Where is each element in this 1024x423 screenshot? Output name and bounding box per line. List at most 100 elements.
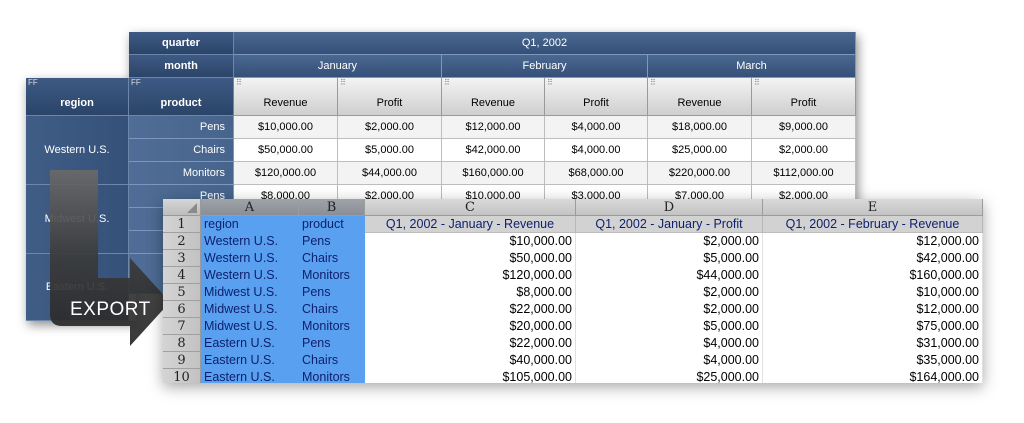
sheet-cell[interactable]: Pens (299, 233, 365, 250)
pivot-measure-header: Profit ⠿ (752, 78, 856, 116)
sheet-cell[interactable]: Midwest U.S. (201, 318, 299, 335)
sheet-cell[interactable]: $44,000.00 (576, 267, 763, 284)
sheet-cell[interactable]: $20,000.00 (365, 318, 576, 335)
pivot-value-cell: $160,000.00 (442, 162, 545, 185)
sheet-cell[interactable]: $12,000.00 (763, 233, 983, 250)
sheet-cell[interactable]: $160,000.00 (763, 267, 983, 284)
row-number[interactable]: 5 (163, 284, 201, 301)
field-handle-icon[interactable]: FF (28, 79, 38, 87)
sheet-cell[interactable]: $10,000.00 (365, 233, 576, 250)
sheet-cell[interactable]: $2,000.00 (576, 301, 763, 318)
row-number[interactable]: 1 (163, 216, 201, 233)
column-header-e[interactable]: E (763, 199, 983, 216)
pivot-value-cell: $4,000.00 (545, 116, 648, 139)
sheet-cell[interactable]: Midwest U.S. (201, 301, 299, 318)
column-header-d[interactable]: D (576, 199, 763, 216)
sheet-cell[interactable]: $105,000.00 (365, 369, 576, 383)
sheet-cell[interactable]: $4,000.00 (576, 352, 763, 369)
sheet-cell[interactable]: $10,000.00 (763, 284, 983, 301)
field-handle-icon[interactable]: ⠿ (650, 79, 656, 87)
pivot-value-cell: $42,000.00 (442, 139, 545, 162)
sheet-cell[interactable]: $5,000.00 (576, 318, 763, 335)
row-number[interactable]: 6 (163, 301, 201, 318)
pivot-value-cell: $5,000.00 (338, 139, 442, 162)
row-number[interactable]: 2 (163, 233, 201, 250)
sheet-cell[interactable]: Monitors (299, 369, 365, 383)
export-label: EXPORT (70, 299, 151, 320)
row-number[interactable]: 9 (163, 352, 201, 369)
sheet-cell[interactable]: $25,000.00 (576, 369, 763, 383)
pivot-value-cell: $120,000.00 (234, 162, 338, 185)
sheet-header-cell[interactable]: region (201, 216, 299, 233)
pivot-measure-header: Revenue ⠿ (648, 78, 752, 116)
row-number[interactable]: 10 (163, 369, 201, 383)
sheet-cell[interactable]: Western U.S. (201, 267, 299, 284)
field-handle-icon[interactable]: FF (131, 79, 141, 87)
sheet-cell[interactable]: $2,000.00 (576, 284, 763, 301)
column-header-c[interactable]: C (365, 199, 576, 216)
sheet-cell[interactable]: Monitors (299, 318, 365, 335)
sheet-cell[interactable]: $75,000.00 (763, 318, 983, 335)
sheet-header-cell[interactable]: Q1, 2002 - February - Revenue (763, 216, 983, 233)
field-handle-icon[interactable]: ⠿ (547, 79, 553, 87)
sheet-cell[interactable]: Eastern U.S. (201, 352, 299, 369)
pivot-value-cell: $220,000.00 (648, 162, 752, 185)
pivot-measure-header: Profit ⠿ (545, 78, 648, 116)
pivot-value-cell: $68,000.00 (545, 162, 648, 185)
pivot-value-cell: $2,000.00 (338, 116, 442, 139)
sheet-cell[interactable]: Western U.S. (201, 250, 299, 267)
sheet-cell[interactable]: $31,000.00 (763, 335, 983, 352)
sheet-cell[interactable]: $35,000.00 (763, 352, 983, 369)
sheet-cell[interactable]: Eastern U.S. (201, 335, 299, 352)
sheet-cell[interactable]: $12,000.00 (763, 301, 983, 318)
pivot-value-cell: $50,000.00 (234, 139, 338, 162)
pivot-measure-header: Revenue ⠿ (442, 78, 545, 116)
sheet-cell[interactable]: $4,000.00 (576, 335, 763, 352)
field-handle-icon[interactable]: ⠿ (444, 79, 450, 87)
field-handle-icon[interactable]: ⠿ (340, 79, 346, 87)
sheet-cell[interactable]: $8,000.00 (365, 284, 576, 301)
sheet-cell[interactable]: Midwest U.S. (201, 284, 299, 301)
sheet-cell[interactable]: Pens (299, 335, 365, 352)
pivot-month-header: March (648, 55, 856, 78)
sheet-cell[interactable]: Chairs (299, 352, 365, 369)
spreadsheet[interactable]: A B C D E 1 region product Q1, 2002 - January - … (163, 199, 983, 383)
column-header-a[interactable]: A (201, 199, 299, 216)
pivot-value-cell: $4,000.00 (545, 139, 648, 162)
sheet-select-all-corner[interactable] (163, 199, 201, 216)
sheet-cell[interactable]: $50,000.00 (365, 250, 576, 267)
column-header-b[interactable]: B (299, 199, 365, 216)
pivot-label-region: region FF (26, 78, 129, 116)
row-number[interactable]: 7 (163, 318, 201, 335)
sheet-cell[interactable]: $22,000.00 (365, 301, 576, 318)
sheet-cell[interactable]: Pens (299, 284, 365, 301)
sheet-cell[interactable]: Chairs (299, 301, 365, 318)
sheet-cell[interactable]: $22,000.00 (365, 335, 576, 352)
sheet-cell[interactable]: $120,000.00 (365, 267, 576, 284)
corner-triangle-icon (187, 203, 197, 213)
field-handle-icon[interactable]: ⠿ (236, 79, 242, 87)
sheet-cell[interactable]: Monitors (299, 267, 365, 284)
pivot-month-header: January (234, 55, 442, 78)
sheet-header-cell[interactable]: Q1, 2002 - January - Revenue (365, 216, 576, 233)
sheet-cell[interactable]: Western U.S. (201, 233, 299, 250)
sheet-cell[interactable]: $5,000.00 (576, 250, 763, 267)
pivot-measure-header: Revenue ⠿ (234, 78, 338, 116)
sheet-cell[interactable]: Eastern U.S. (201, 369, 299, 383)
sheet-cell[interactable]: $40,000.00 (365, 352, 576, 369)
pivot-value-cell: $112,000.00 (752, 162, 856, 185)
pivot-label-month: month (129, 55, 234, 78)
row-number[interactable]: 8 (163, 335, 201, 352)
pivot-label-quarter: quarter (129, 32, 234, 55)
field-handle-icon[interactable]: ⠿ (754, 79, 760, 87)
sheet-cell[interactable]: $2,000.00 (576, 233, 763, 250)
sheet-cell[interactable]: Chairs (299, 250, 365, 267)
sheet-cell[interactable]: $164,000.00 (763, 369, 983, 383)
sheet-header-cell[interactable]: Q1, 2002 - January - Profit (576, 216, 763, 233)
row-number[interactable]: 4 (163, 267, 201, 284)
row-number[interactable]: 3 (163, 250, 201, 267)
sheet-cell[interactable]: $42,000.00 (763, 250, 983, 267)
pivot-value-cell: $12,000.00 (442, 116, 545, 139)
pivot-value-cell: $44,000.00 (338, 162, 442, 185)
sheet-header-cell[interactable]: product (299, 216, 365, 233)
